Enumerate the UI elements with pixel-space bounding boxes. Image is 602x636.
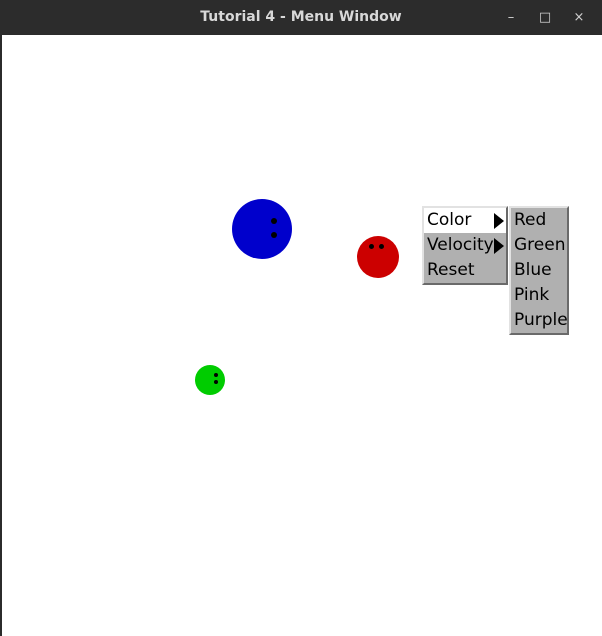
- red-ball: [357, 236, 399, 278]
- menu-item-velocity[interactable]: Velocity: [424, 233, 506, 258]
- ball-eye: [271, 218, 277, 224]
- menu-item-reset[interactable]: Reset: [424, 258, 506, 283]
- window-controls: – □ ×: [494, 0, 596, 34]
- menu-item-color[interactable]: Color: [424, 208, 506, 233]
- submenu-arrow-icon: [494, 238, 504, 254]
- menu-item-label: Velocity: [427, 235, 494, 255]
- submenu-item-label: Green: [514, 235, 566, 255]
- popup-menu: Color Velocity Reset: [422, 206, 508, 285]
- submenu-item-pink[interactable]: Pink: [511, 283, 567, 308]
- color-submenu: Red Green Blue Pink Purple: [509, 206, 569, 335]
- submenu-arrow-icon: [494, 213, 504, 229]
- submenu-item-label: Red: [514, 210, 547, 230]
- window-title: Tutorial 4 - Menu Window: [200, 9, 402, 25]
- menu-item-label: Color: [427, 210, 472, 230]
- blue-ball: [232, 199, 292, 259]
- submenu-item-green[interactable]: Green: [511, 233, 567, 258]
- title-bar[interactable]: Tutorial 4 - Menu Window – □ ×: [0, 0, 602, 34]
- ball-eye: [214, 373, 218, 377]
- submenu-item-label: Blue: [514, 260, 552, 280]
- menu-item-label: Reset: [427, 260, 475, 280]
- minimize-button[interactable]: –: [494, 0, 528, 34]
- submenu-item-blue[interactable]: Blue: [511, 258, 567, 283]
- submenu-item-label: Pink: [514, 285, 550, 305]
- ball-eye: [271, 232, 277, 238]
- ball-eye: [214, 380, 218, 384]
- submenu-item-red[interactable]: Red: [511, 208, 567, 233]
- submenu-item-label: Purple: [514, 310, 568, 330]
- submenu-item-purple[interactable]: Purple: [511, 308, 568, 333]
- maximize-button[interactable]: □: [528, 0, 562, 34]
- ball-eye: [379, 244, 384, 249]
- green-ball: [195, 365, 225, 395]
- drawing-canvas[interactable]: Color Velocity Reset Red Green Blue Pink…: [2, 35, 602, 636]
- close-button[interactable]: ×: [562, 0, 596, 34]
- ball-eye: [369, 244, 374, 249]
